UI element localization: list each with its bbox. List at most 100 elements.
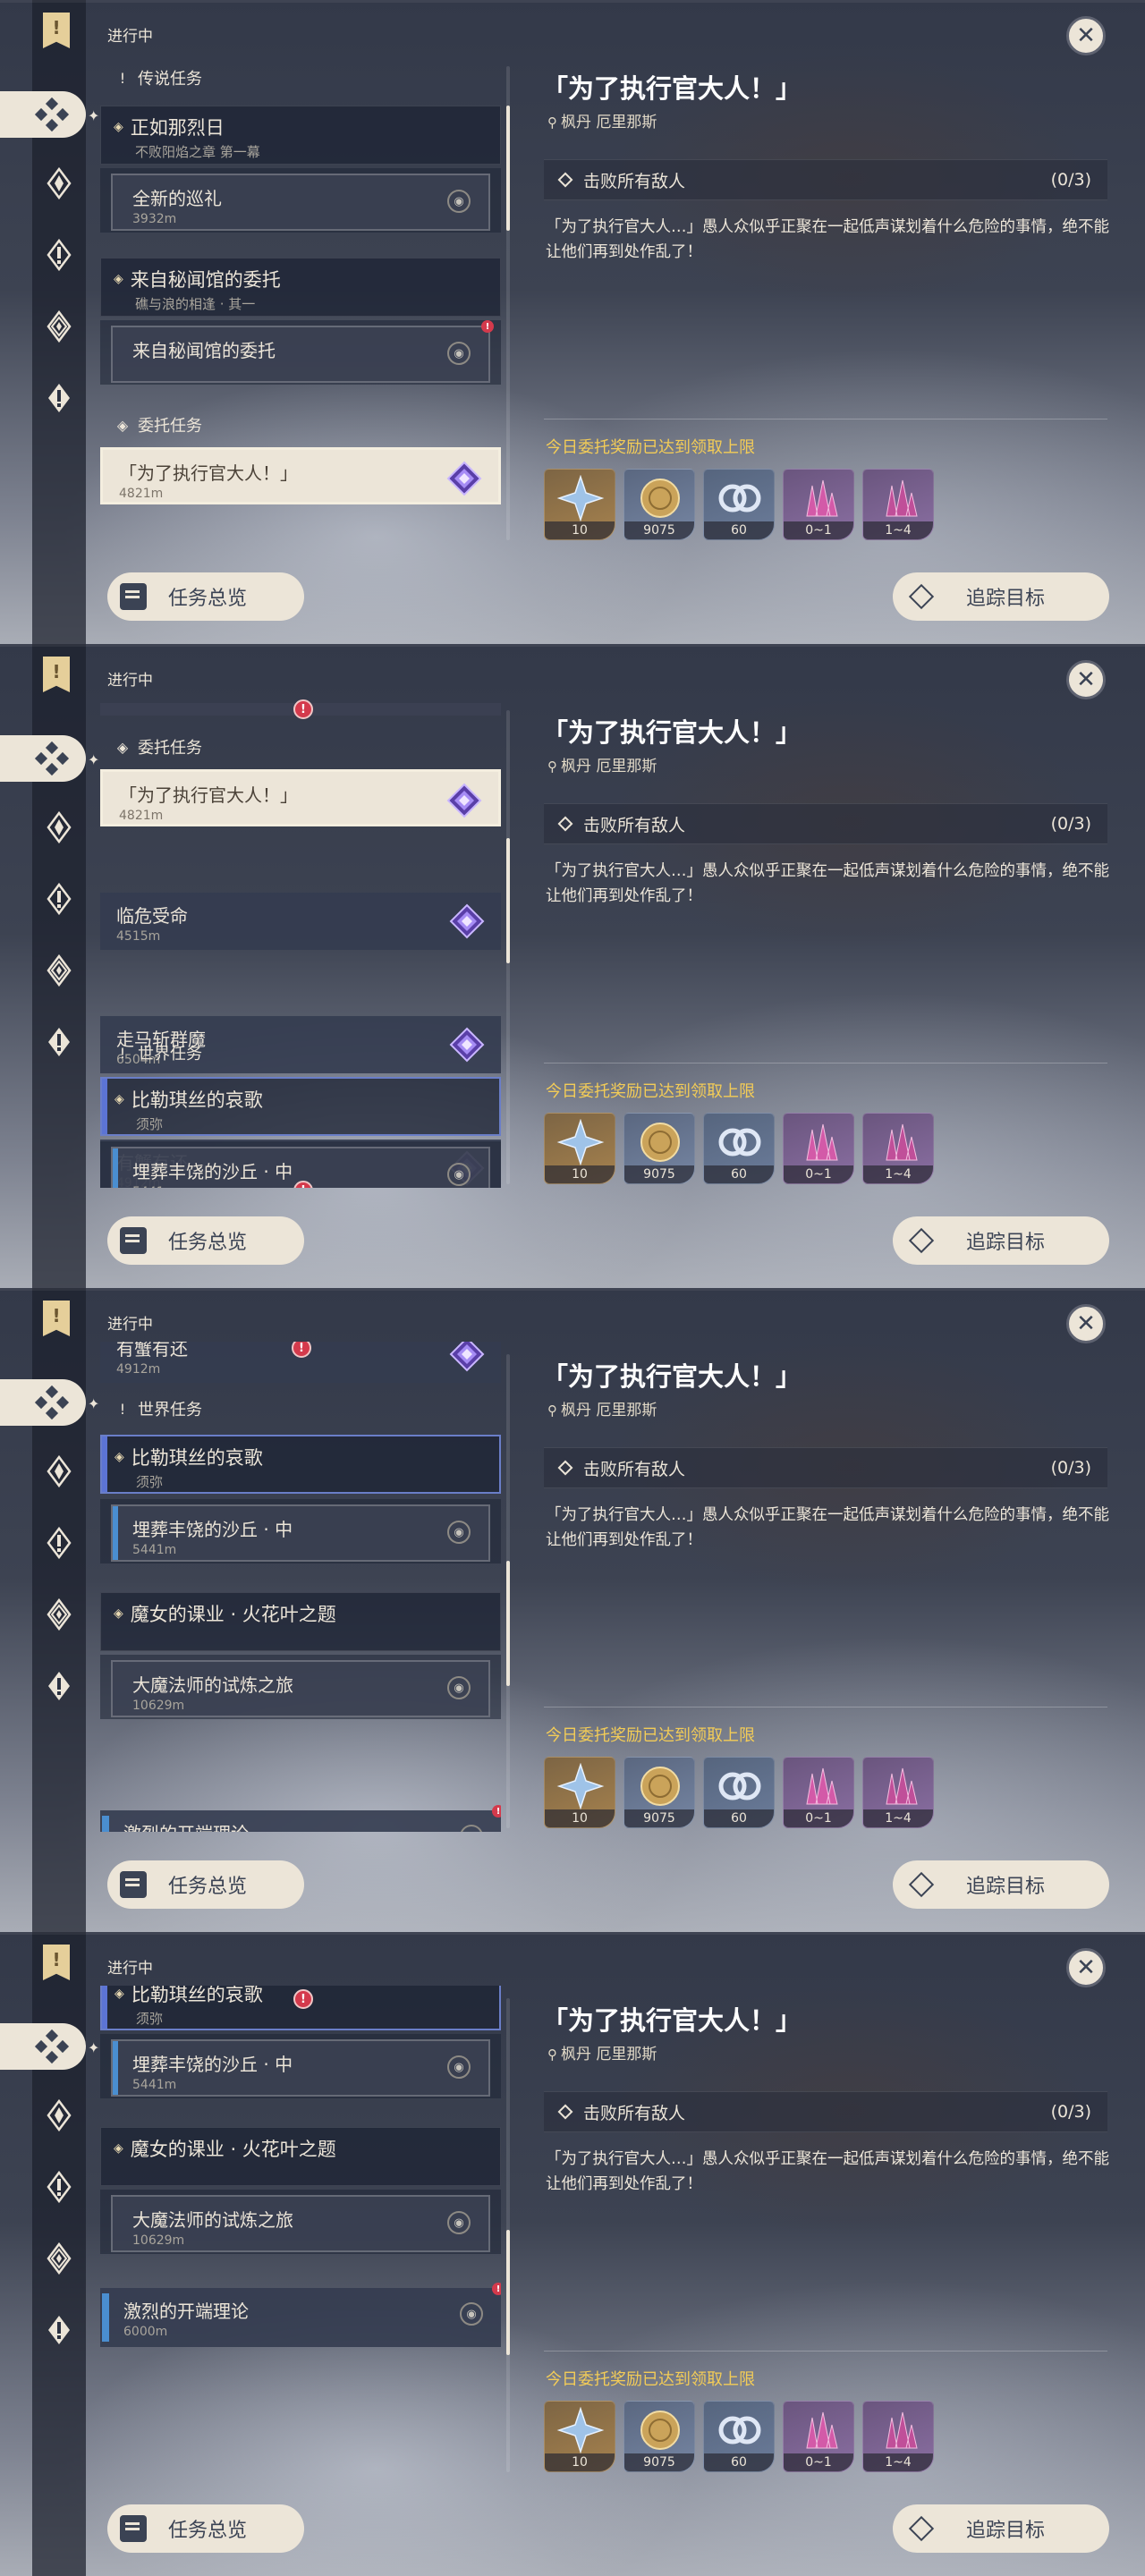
reward-companionship[interactable]: 60 bbox=[703, 1757, 775, 1828]
rail-tab-commission[interactable] bbox=[38, 1594, 80, 1635]
quest-overview-button[interactable]: 任务总览 bbox=[107, 1860, 304, 1909]
reward-crystal-b[interactable]: 1~4 bbox=[862, 2401, 934, 2472]
rail-tab-story[interactable] bbox=[38, 1522, 80, 1563]
track-target-button[interactable]: 追踪目标 bbox=[893, 572, 1109, 621]
rail-tab-all[interactable] bbox=[0, 2023, 86, 2070]
rail-tab-archon[interactable] bbox=[38, 163, 80, 204]
rail-tab-all[interactable] bbox=[0, 91, 86, 138]
scrollbar-thumb[interactable] bbox=[506, 106, 510, 231]
reward-list: 10 9075 60 0~1 1~4 bbox=[544, 1757, 934, 1828]
primogem-icon bbox=[556, 1763, 605, 1809]
track-target-button[interactable]: 追踪目标 bbox=[893, 1860, 1109, 1909]
map-pin-icon[interactable]: ◉ bbox=[447, 1676, 471, 1699]
reward-count: 1~4 bbox=[863, 521, 933, 539]
mora-icon bbox=[640, 2411, 680, 2450]
alert-icon: ! bbox=[492, 1805, 501, 1818]
close-button[interactable]: ✕ bbox=[1066, 660, 1106, 699]
reward-crystal-a[interactable]: 0~1 bbox=[783, 1113, 854, 1184]
rail-tab-all[interactable] bbox=[0, 735, 86, 782]
location-pin-icon: ⚲ bbox=[547, 758, 557, 775]
reward-crystal-a[interactable]: 0~1 bbox=[783, 1757, 854, 1828]
quest-group-mimi[interactable]: ◈ 来自秘闻馆的委托 礁与浪的相逢 · 其一 bbox=[100, 258, 501, 317]
quest-step-damofa[interactable]: 大魔法师的试炼之旅 10629m ◉ bbox=[100, 2190, 501, 2254]
scrollbar-thumb[interactable] bbox=[506, 2229, 510, 2355]
quest-step-maizang[interactable]: 埋葬丰饶的沙丘 · 中 5441m ◉ bbox=[100, 2034, 501, 2098]
reward-primogem[interactable]: 10 bbox=[544, 469, 615, 540]
quest-step-damofa[interactable]: 大魔法师的试炼之旅 10629m ◉ bbox=[100, 1655, 501, 1719]
reward-companionship[interactable]: 60 bbox=[703, 2401, 775, 2472]
quest-group-lieri[interactable]: ◈ 正如那烈日 不败阳焰之章 第一幕 bbox=[100, 106, 501, 165]
reward-companionship[interactable]: 60 bbox=[703, 1113, 775, 1184]
objective-text: 击败所有敌人 bbox=[583, 171, 686, 191]
rail-tab-world[interactable] bbox=[38, 2309, 80, 2351]
sparkle-icon: ✦ bbox=[88, 1395, 100, 1412]
reward-mora[interactable]: 9075 bbox=[623, 1757, 695, 1828]
close-button[interactable]: ✕ bbox=[1066, 1304, 1106, 1343]
rail-tab-archon[interactable] bbox=[38, 2095, 80, 2136]
quest-list[interactable]: !◈委托任务 ▶ 「为了执行官大人！」 4821m 临危受命 4515m 走马斩… bbox=[100, 698, 501, 1188]
map-pin-icon[interactable]: ◉ bbox=[447, 342, 471, 365]
reward-primogem[interactable]: 10 bbox=[544, 1113, 615, 1184]
quest-overview-button[interactable]: 任务总览 bbox=[107, 572, 304, 621]
close-button[interactable]: ✕ bbox=[1066, 16, 1106, 55]
rail-tab-world[interactable] bbox=[38, 1665, 80, 1707]
rail-tab-world[interactable] bbox=[38, 1021, 80, 1063]
reward-crystal-b[interactable]: 1~4 bbox=[862, 469, 934, 540]
reward-primogem[interactable]: 10 bbox=[544, 2401, 615, 2472]
map-pin-icon[interactable]: ◉ bbox=[447, 190, 471, 213]
commission-zhixing[interactable]: ▶ 「为了执行官大人！」 4821m bbox=[100, 769, 501, 826]
quest-step-title: 大魔法师的试炼之旅 bbox=[132, 2209, 293, 2231]
close-button[interactable]: ✕ bbox=[1066, 1948, 1106, 1987]
quest-distance: 5441m bbox=[132, 2078, 177, 2092]
rail-tab-archon[interactable] bbox=[38, 807, 80, 848]
rail-tab-all[interactable] bbox=[0, 1379, 86, 1426]
reward-crystal-a[interactable]: 0~1 bbox=[783, 2401, 854, 2472]
reward-crystal-b[interactable]: 1~4 bbox=[862, 1113, 934, 1184]
quest-step-mimi_child[interactable]: 来自秘闻馆的委托 ◉ ! bbox=[100, 320, 501, 385]
commission-distance: 4912m bbox=[116, 1362, 161, 1377]
track-target-button[interactable]: 追踪目标 bbox=[893, 1216, 1109, 1265]
quest-overview-button[interactable]: 任务总览 bbox=[107, 1216, 304, 1265]
commission-linwei[interactable]: 临危受命 4515m bbox=[100, 893, 501, 950]
rail-tab-story[interactable] bbox=[38, 234, 80, 275]
scrollbar-thumb[interactable] bbox=[506, 1561, 510, 1686]
quest-step-maizang[interactable]: 埋葬丰饶的沙丘 · 中 5441m ◉ bbox=[100, 1499, 501, 1563]
map-pin-icon[interactable]: ◉ bbox=[447, 1521, 471, 1544]
commission-youxie[interactable]: 有蟹有还 4912m ! bbox=[100, 1342, 501, 1383]
commission-zhixing[interactable]: ▶ 「为了执行官大人！」 4821m bbox=[100, 447, 501, 504]
rail-tab-commission[interactable] bbox=[38, 2238, 80, 2279]
commission-distance: 4821m bbox=[119, 487, 164, 501]
map-pin-icon[interactable]: ◉ bbox=[447, 2055, 471, 2079]
rail-tab-archon[interactable] bbox=[38, 1451, 80, 1492]
map-pin-icon[interactable]: ◉ bbox=[460, 2302, 483, 2326]
reward-mora[interactable]: 9075 bbox=[623, 469, 695, 540]
quest-list[interactable]: 有蟹有还 4912m ! ! 世界任务 ◈ 比勒琪丝的哀歌 须弥 埋葬丰饶的沙丘 ·… bbox=[100, 1342, 501, 1832]
quest-list[interactable]: ! 传说任务 ◈ 正如那烈日 不败阳焰之章 第一幕 全新的巡礼 3932m ◉ ◈ 来… bbox=[100, 54, 501, 544]
map-pin-icon[interactable]: ◉ bbox=[447, 2211, 471, 2234]
quest-group-subtitle: 礁与浪的相逢 · 其一 bbox=[135, 296, 256, 312]
quest-overview-button[interactable]: 任务总览 bbox=[107, 2504, 304, 2553]
reward-mora[interactable]: 9075 bbox=[623, 2401, 695, 2472]
reward-crystal-a[interactable]: 0~1 bbox=[783, 469, 854, 540]
rail-tab-story[interactable] bbox=[38, 878, 80, 919]
quest-group-bileqi[interactable]: ◈ 比勒琪丝的哀歌 须弥 bbox=[100, 1435, 501, 1494]
scrollbar-thumb[interactable] bbox=[506, 838, 510, 963]
rail-tab-story[interactable] bbox=[38, 2166, 80, 2207]
reward-companionship[interactable]: 60 bbox=[703, 469, 775, 540]
rail-tab-commission[interactable] bbox=[38, 306, 80, 347]
map-pin-icon[interactable]: ◉ bbox=[447, 1163, 471, 1186]
rail-tab-commission[interactable] bbox=[38, 950, 80, 991]
track-target-button[interactable]: 追踪目标 bbox=[893, 2504, 1109, 2553]
quest-group-monv[interactable]: ◈ 魔女的课业 · 火花叶之题 bbox=[100, 2127, 501, 2186]
sparkle-icon: ✦ bbox=[88, 107, 100, 124]
reward-mora[interactable]: 9075 bbox=[623, 1113, 695, 1184]
rail-tab-world[interactable] bbox=[38, 377, 80, 419]
reward-crystal-b[interactable]: 1~4 bbox=[862, 1757, 934, 1828]
world-quest-jilie[interactable]: 激烈的开端理论 6000m ◉ ! bbox=[100, 1805, 501, 1832]
quest-list[interactable]: ◈ 比勒琪丝的哀歌 须弥 ! 埋葬丰饶的沙丘 · 中 5441m ◉ ◈ 魔女的课业… bbox=[100, 1986, 501, 2476]
quest-group-monv[interactable]: ◈ 魔女的课业 · 火花叶之题 bbox=[100, 1592, 501, 1651]
reward-primogem[interactable]: 10 bbox=[544, 1757, 615, 1828]
world-quest-jilie[interactable]: 激烈的开端理论 6000m ◉ ! bbox=[100, 2283, 501, 2347]
quest-group-bileqi[interactable]: ◈ 比勒琪丝的哀歌 须弥 bbox=[100, 1077, 501, 1136]
quest-step-xunli[interactable]: 全新的巡礼 3932m ◉ bbox=[100, 168, 501, 233]
